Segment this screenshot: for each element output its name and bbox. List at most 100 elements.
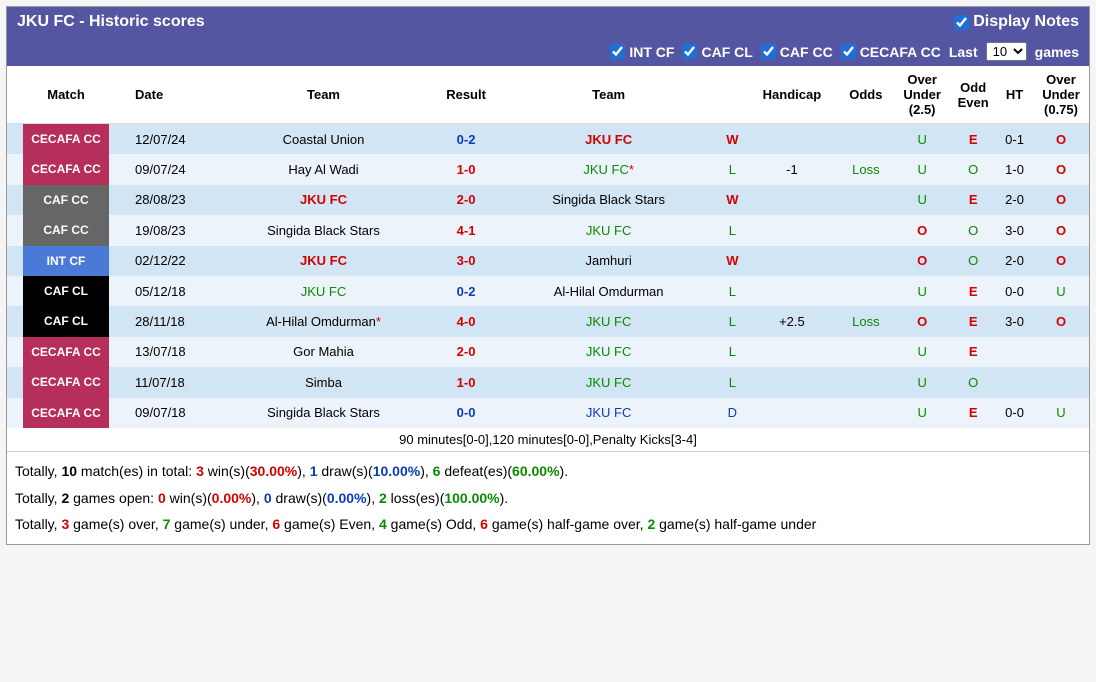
comp-badge[interactable]: CAF CC: [7, 185, 125, 215]
home-team[interactable]: JKU FC: [214, 276, 434, 306]
wl-cell: L: [718, 306, 746, 336]
display-notes-toggle[interactable]: Display Notes: [954, 13, 1079, 31]
handicap-cell: [746, 398, 837, 428]
home-team[interactable]: Singida Black Stars: [214, 398, 434, 428]
ou075-cell: O: [1033, 154, 1089, 184]
table-row: CAF CL28/11/18Al-Hilal Omdurman*4-0JKU F…: [7, 306, 1089, 336]
away-team[interactable]: Al-Hilal Omdurman: [499, 276, 719, 306]
home-team[interactable]: Singida Black Stars: [214, 215, 434, 245]
comp-badge[interactable]: CECAFA CC: [7, 367, 125, 397]
summary-line-2: Totally, 2 games open: 0 win(s)(0.00%), …: [15, 485, 1081, 512]
ou075-cell: U: [1033, 398, 1089, 428]
filter-bar: INT CF CAF CL CAF CC CECAFA CC Last 10 g…: [7, 37, 1089, 66]
ou25-cell: U: [894, 154, 950, 184]
odds-cell: Loss: [838, 306, 895, 336]
oe-cell: O: [950, 246, 996, 276]
odds-cell: [838, 367, 895, 397]
table-row: CAF CC28/08/23JKU FC2-0Singida Black Sta…: [7, 185, 1089, 215]
filter-cafcl[interactable]: CAF CL: [682, 44, 752, 60]
ht-cell: 3-0: [996, 306, 1033, 336]
oe-cell: O: [950, 367, 996, 397]
result-cell[interactable]: 2-0: [433, 185, 499, 215]
historic-scores-panel: JKU FC - Historic scores Display Notes I…: [6, 6, 1090, 545]
col-ht: HT: [996, 66, 1033, 124]
home-team[interactable]: Al-Hilal Omdurman*: [214, 306, 434, 336]
handicap-cell: [746, 246, 837, 276]
away-team[interactable]: JKU FC: [499, 306, 719, 336]
result-cell[interactable]: 1-0: [433, 367, 499, 397]
footnote: 90 minutes[0-0],120 minutes[0-0],Penalty…: [7, 428, 1089, 451]
away-team[interactable]: JKU FC*: [499, 154, 719, 184]
result-cell[interactable]: 4-1: [433, 215, 499, 245]
table-row: CAF CC19/08/23Singida Black Stars4-1JKU …: [7, 215, 1089, 245]
cafcc-checkbox[interactable]: [761, 44, 776, 59]
comp-badge[interactable]: CECAFA CC: [7, 337, 125, 367]
intcf-checkbox[interactable]: [610, 44, 625, 59]
comp-badge[interactable]: CAF CL: [7, 306, 125, 336]
col-ou25: Over Under (2.5): [894, 66, 950, 124]
comp-badge[interactable]: INT CF: [7, 246, 125, 276]
oe-cell: O: [950, 215, 996, 245]
comp-badge[interactable]: CECAFA CC: [7, 154, 125, 184]
odds-cell: [838, 398, 895, 428]
ht-cell: 0-0: [996, 398, 1033, 428]
result-cell[interactable]: 4-0: [433, 306, 499, 336]
date-cell: 13/07/18: [125, 337, 214, 367]
col-team2: Team: [499, 66, 719, 124]
away-team[interactable]: JKU FC: [499, 337, 719, 367]
last-label: Last: [949, 44, 978, 60]
cecafacc-checkbox[interactable]: [841, 44, 856, 59]
wl-cell: L: [718, 154, 746, 184]
display-notes-checkbox[interactable]: [954, 15, 969, 30]
result-cell[interactable]: 1-0: [433, 154, 499, 184]
away-team[interactable]: JKU FC: [499, 367, 719, 397]
away-team[interactable]: JKU FC: [499, 124, 719, 155]
oe-cell: E: [950, 185, 996, 215]
comp-badge[interactable]: CECAFA CC: [7, 124, 125, 155]
wl-cell: L: [718, 367, 746, 397]
oe-cell: E: [950, 276, 996, 306]
col-team1: Team: [214, 66, 434, 124]
table-row: CAF CL05/12/18JKU FC0-2Al-Hilal Omdurman…: [7, 276, 1089, 306]
summary-line-3: Totally, 3 game(s) over, 7 game(s) under…: [15, 511, 1081, 538]
wl-cell: L: [718, 337, 746, 367]
result-cell[interactable]: 0-0: [433, 398, 499, 428]
oe-cell: E: [950, 124, 996, 155]
home-team[interactable]: JKU FC: [214, 185, 434, 215]
comp-badge[interactable]: CECAFA CC: [7, 398, 125, 428]
home-team[interactable]: Hay Al Wadi: [214, 154, 434, 184]
filter-intcf[interactable]: INT CF: [610, 44, 674, 60]
result-cell[interactable]: 0-2: [433, 124, 499, 155]
away-team[interactable]: JKU FC: [499, 215, 719, 245]
panel-header: JKU FC - Historic scores Display Notes: [7, 7, 1089, 37]
summary-line-1: Totally, 10 match(es) in total: 3 win(s)…: [15, 458, 1081, 485]
cafcl-checkbox[interactable]: [682, 44, 697, 59]
filter-cafcc[interactable]: CAF CC: [761, 44, 833, 60]
ou25-cell: O: [894, 246, 950, 276]
ou25-cell: O: [894, 306, 950, 336]
away-team[interactable]: Jamhuri: [499, 246, 719, 276]
home-team[interactable]: Gor Mahia: [214, 337, 434, 367]
handicap-cell: [746, 337, 837, 367]
home-team[interactable]: Coastal Union: [214, 124, 434, 155]
result-cell[interactable]: 0-2: [433, 276, 499, 306]
filter-cecafacc[interactable]: CECAFA CC: [841, 44, 941, 60]
ou075-cell: U: [1033, 276, 1089, 306]
ou25-cell: U: [894, 337, 950, 367]
odds-cell: [838, 215, 895, 245]
result-cell[interactable]: 2-0: [433, 337, 499, 367]
away-team[interactable]: JKU FC: [499, 398, 719, 428]
ht-cell: 2-0: [996, 246, 1033, 276]
comp-badge[interactable]: CAF CC: [7, 215, 125, 245]
odds-cell: Loss: [838, 154, 895, 184]
home-team[interactable]: Simba: [214, 367, 434, 397]
result-cell[interactable]: 3-0: [433, 246, 499, 276]
away-team[interactable]: Singida Black Stars: [499, 185, 719, 215]
home-team[interactable]: JKU FC: [214, 246, 434, 276]
date-cell: 12/07/24: [125, 124, 214, 155]
comp-badge[interactable]: CAF CL: [7, 276, 125, 306]
ou075-cell: O: [1033, 185, 1089, 215]
last-games-select[interactable]: 10: [986, 42, 1027, 61]
col-oe: Odd Even: [950, 66, 996, 124]
panel-title: JKU FC - Historic scores: [17, 13, 205, 31]
